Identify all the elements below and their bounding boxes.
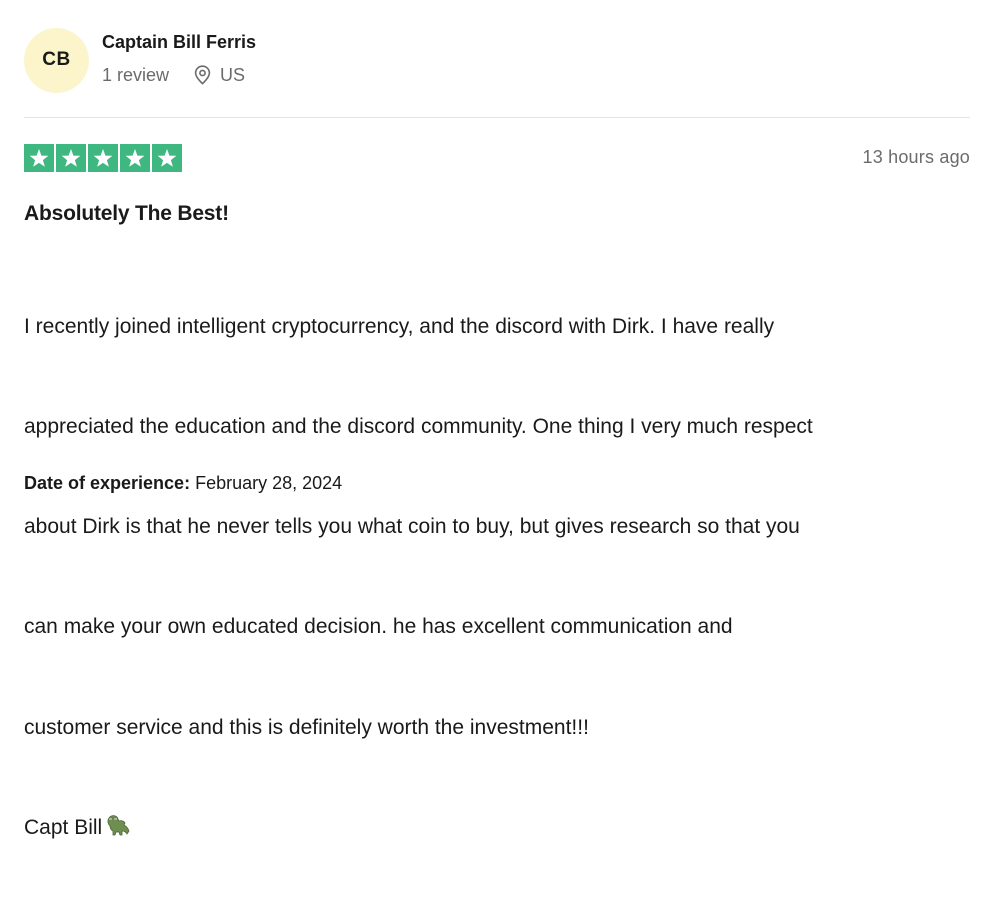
- avatar[interactable]: CB: [24, 27, 89, 93]
- star-icon: [88, 144, 118, 172]
- star-rating: [24, 144, 970, 172]
- date-of-experience: Date of experience: February 28, 2024: [24, 471, 342, 495]
- review-body-line: about Dirk is that he never tells you wh…: [24, 515, 800, 539]
- reviewer-meta: 1 review US: [102, 64, 256, 86]
- star-icon: [24, 144, 54, 172]
- location-pin-icon: [194, 65, 211, 85]
- star-icon: [56, 144, 86, 172]
- reviewer-header: CB Captain Bill Ferris 1 review US: [24, 27, 256, 93]
- reviewer-info: Captain Bill Ferris 1 review US: [102, 31, 256, 86]
- review-signature-line: Capt Bill: [24, 811, 970, 847]
- review-body-line: appreciated the education and the discor…: [24, 415, 813, 439]
- review-date: 13 hours ago: [862, 147, 970, 167]
- rating-row: 13 hours ago: [24, 144, 970, 172]
- review-card: CB Captain Bill Ferris 1 review US 13 ho…: [24, 0, 970, 839]
- review-body-line: customer service and this is definitely …: [24, 715, 589, 739]
- review-body-line: I recently joined intelligent cryptocurr…: [24, 314, 775, 338]
- experience-label: Date of experience:: [24, 473, 191, 493]
- reviewer-name[interactable]: Captain Bill Ferris: [102, 31, 256, 53]
- review-signature: Capt Bill: [24, 815, 103, 839]
- review-body: I recently joined intelligent cryptocurr…: [24, 243, 970, 914]
- star-icon: [152, 144, 182, 172]
- review-title[interactable]: Absolutely The Best!: [24, 200, 229, 228]
- review-count: 1 review: [102, 65, 170, 85]
- divider: [24, 117, 970, 118]
- crocodile-icon: [105, 813, 131, 847]
- review-body-line: can make your own educated decision. he …: [24, 615, 733, 639]
- reviewer-country: US: [220, 65, 246, 85]
- experience-date: February 28, 2024: [195, 473, 343, 493]
- star-icon: [120, 144, 150, 172]
